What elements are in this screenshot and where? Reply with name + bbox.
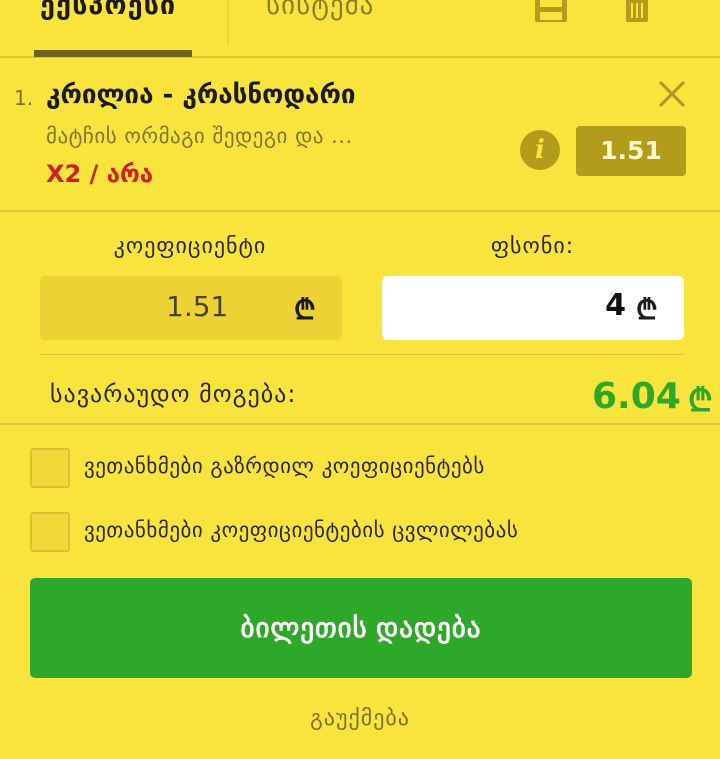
tab-separator — [227, 0, 229, 44]
cancel-button[interactable]: გაუქმება — [0, 706, 720, 731]
stake-label: ფსონი: — [490, 234, 575, 259]
bet-selection: X2 / არა — [46, 160, 154, 188]
odds-label: კოეფიციენტი — [113, 234, 267, 259]
bet-market: მატჩის ორმაგი შედეგი და ... — [46, 124, 353, 148]
lari-icon: ₾ — [636, 293, 658, 326]
remove-bet-button[interactable] — [656, 78, 688, 110]
bet-odds-badge: 1.51 — [576, 126, 686, 176]
checkbox-label: ვეთანხმები გაზრდილ კოეფიციენტებს — [84, 454, 485, 478]
lari-icon: ₾ — [688, 381, 713, 419]
divider — [0, 423, 720, 425]
save-icon[interactable] — [534, 0, 568, 28]
info-icon[interactable]: i — [520, 130, 560, 170]
trash-icon[interactable] — [625, 0, 649, 28]
stake-input[interactable]: 4 ₾ — [382, 276, 684, 340]
checkbox-label: ვეთანხმები კოეფიციენტების ცვლილებას — [84, 518, 519, 542]
bet-number: 1. — [14, 86, 34, 110]
checkbox-box[interactable] — [30, 512, 70, 552]
lari-icon: ₾ — [294, 293, 316, 326]
potential-win-value: 6.04 — [592, 376, 681, 417]
divider — [40, 354, 684, 355]
potential-win-label: სავარაუდო მოგება: — [50, 380, 297, 408]
tab-system[interactable]: სისტემა — [266, 0, 374, 21]
betslip-tabs: ექსპრესი სისტემა — [0, 0, 720, 58]
place-bet-button[interactable]: ბილეთის დადება — [30, 578, 692, 678]
active-tab-indicator — [34, 50, 192, 57]
stake-value: 4 — [605, 288, 626, 323]
odds-field: 1.51 ₾ — [40, 276, 342, 340]
close-icon — [658, 80, 686, 108]
tab-express[interactable]: ექსპრესი — [40, 0, 176, 21]
checkbox-box[interactable] — [30, 448, 70, 488]
bet-event-title: კრილია - კრასნოდარი — [46, 80, 356, 110]
divider — [0, 210, 720, 212]
odds-value: 1.51 — [166, 290, 229, 323]
